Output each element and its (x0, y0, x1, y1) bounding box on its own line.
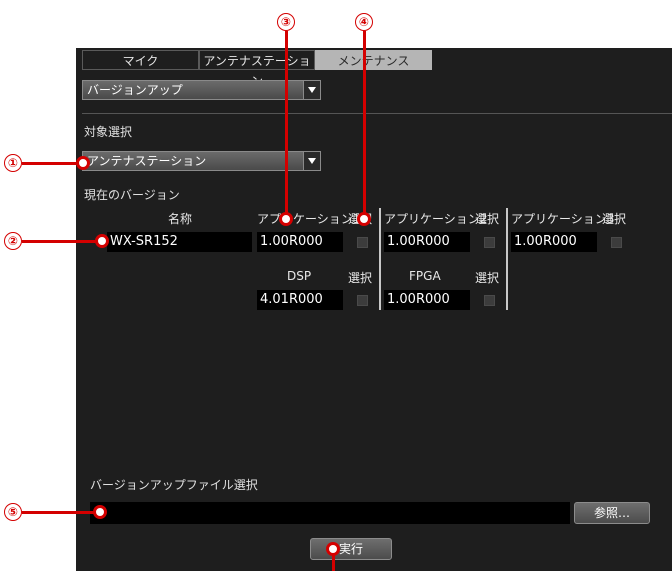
current-version-label: 現在のバージョン (84, 188, 180, 202)
callout-1: ① (4, 154, 22, 172)
column-separator (379, 208, 381, 310)
callout-1-leader (22, 162, 84, 165)
dsp-header: DSP (287, 269, 312, 283)
target-dropdown-value: アンテナステーション (87, 154, 207, 168)
callout-2-leader (22, 240, 102, 243)
file-select-label: バージョンアップファイル選択 (90, 478, 258, 492)
app1-select-checkbox[interactable] (357, 237, 368, 248)
tab-mic[interactable]: マイク (82, 50, 199, 70)
callout-5: ⑤ (4, 503, 22, 521)
chevron-down-icon[interactable] (303, 151, 321, 171)
tab-antenna-station[interactable]: アンテナステーション (199, 50, 315, 88)
target-label: 対象選択 (84, 125, 133, 139)
fpga-version-field: 1.00R000 (384, 290, 470, 310)
app3-version-field: 1.00R000 (511, 232, 597, 252)
tab-maintenance[interactable]: メンテナンス (315, 50, 432, 70)
app3-select-checkbox[interactable] (611, 237, 622, 248)
callout-4: ④ (355, 13, 373, 31)
app1-version-field: 1.00R000 (257, 232, 343, 252)
callout-3-leader (285, 31, 288, 219)
fpga-select-header: 選択 (475, 271, 500, 285)
chevron-down-icon[interactable] (303, 80, 321, 100)
callout-4-leader (363, 31, 366, 219)
callout-5-leader (22, 511, 100, 514)
app1-header: アプリケーション1 (257, 212, 361, 226)
fpga-select-checkbox[interactable] (484, 295, 495, 306)
browse-button[interactable]: 参照… (574, 502, 650, 524)
app2-select-checkbox[interactable] (484, 237, 495, 248)
callout-3-dot (279, 212, 293, 226)
app3-select-header: 選択 (602, 212, 627, 226)
dsp-version-field: 4.01R000 (257, 290, 343, 310)
callout-6-dot (326, 542, 340, 556)
column-separator (506, 208, 508, 310)
file-path-field[interactable] (90, 502, 570, 524)
callout-1-dot (76, 156, 90, 170)
app2-header: アプリケーション2 (384, 212, 488, 226)
app2-version-field: 1.00R000 (384, 232, 470, 252)
app2-select-header: 選択 (475, 212, 500, 226)
callout-4-dot (357, 212, 371, 226)
dsp-select-checkbox[interactable] (357, 295, 368, 306)
name-header: 名称 (168, 212, 193, 226)
app3-header: アプリケーション3 (511, 212, 615, 226)
fpga-header: FPGA (409, 269, 441, 283)
callout-2-dot (95, 234, 109, 248)
mode-dropdown-value: バージョンアップ (87, 83, 183, 97)
device-name-field: WX-SR152 (107, 232, 252, 252)
divider (82, 113, 672, 114)
callout-5-dot (93, 505, 107, 519)
callout-2: ② (4, 232, 22, 250)
dsp-select-header: 選択 (348, 271, 373, 285)
execute-button[interactable]: 実行 (310, 538, 392, 560)
callout-3: ③ (277, 13, 295, 31)
